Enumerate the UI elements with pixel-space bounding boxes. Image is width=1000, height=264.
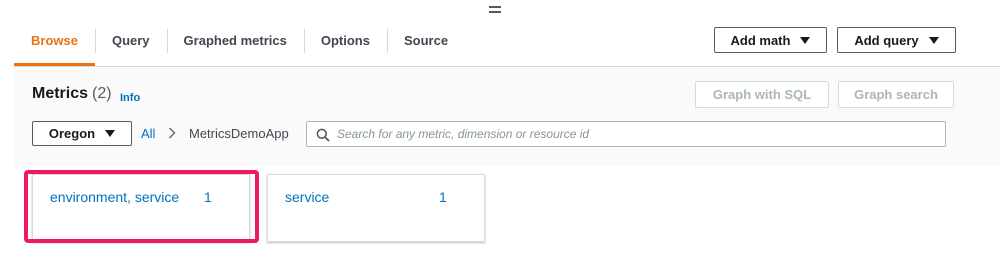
dimension-card-label: environment, service bbox=[50, 189, 180, 205]
region-select[interactable]: Oregon bbox=[32, 121, 132, 146]
dimension-card-environment-service[interactable]: environment, service 1 bbox=[32, 174, 250, 242]
region-select-value: Oregon bbox=[48, 126, 96, 141]
breadcrumb-current: MetricsDemoApp bbox=[189, 126, 289, 141]
breadcrumb-all-link[interactable]: All bbox=[141, 126, 155, 141]
dimension-card-label: service bbox=[285, 189, 330, 205]
add-query-label: Add query bbox=[854, 32, 919, 48]
metrics-count: (2) bbox=[92, 85, 112, 102]
add-math-button[interactable]: Add math bbox=[714, 27, 827, 53]
metrics-title-text: Metrics bbox=[32, 85, 89, 102]
search-icon bbox=[316, 128, 330, 142]
metric-search-input[interactable] bbox=[337, 124, 937, 144]
graph-search-button[interactable]: Graph search bbox=[838, 81, 954, 108]
tab-browse[interactable]: Browse bbox=[14, 24, 95, 66]
drag-handle-icon[interactable] bbox=[489, 6, 501, 14]
tab-bar: Browse Query Graphed metrics Options Sou… bbox=[14, 24, 465, 66]
caret-down-icon bbox=[105, 130, 116, 137]
dimension-card-count: 1 bbox=[439, 189, 447, 205]
tab-options[interactable]: Options bbox=[303, 24, 387, 58]
info-link[interactable]: Info bbox=[120, 92, 140, 104]
caret-down-icon bbox=[800, 36, 811, 44]
dimension-card-count: 1 bbox=[204, 189, 212, 205]
tab-graphed-metrics[interactable]: Graphed metrics bbox=[166, 24, 304, 58]
tab-query[interactable]: Query bbox=[94, 24, 167, 58]
metric-search-box bbox=[306, 121, 946, 147]
add-query-button[interactable]: Add query bbox=[837, 27, 956, 53]
caret-down-icon bbox=[928, 36, 939, 44]
dimension-card-service[interactable]: service 1 bbox=[267, 174, 485, 242]
metrics-title: Metrics (2) bbox=[32, 85, 112, 103]
add-math-label: Add math bbox=[730, 32, 791, 48]
tab-source[interactable]: Source bbox=[386, 24, 465, 58]
chevron-right-icon bbox=[168, 127, 176, 139]
graph-with-sql-button[interactable]: Graph with SQL bbox=[695, 81, 829, 108]
